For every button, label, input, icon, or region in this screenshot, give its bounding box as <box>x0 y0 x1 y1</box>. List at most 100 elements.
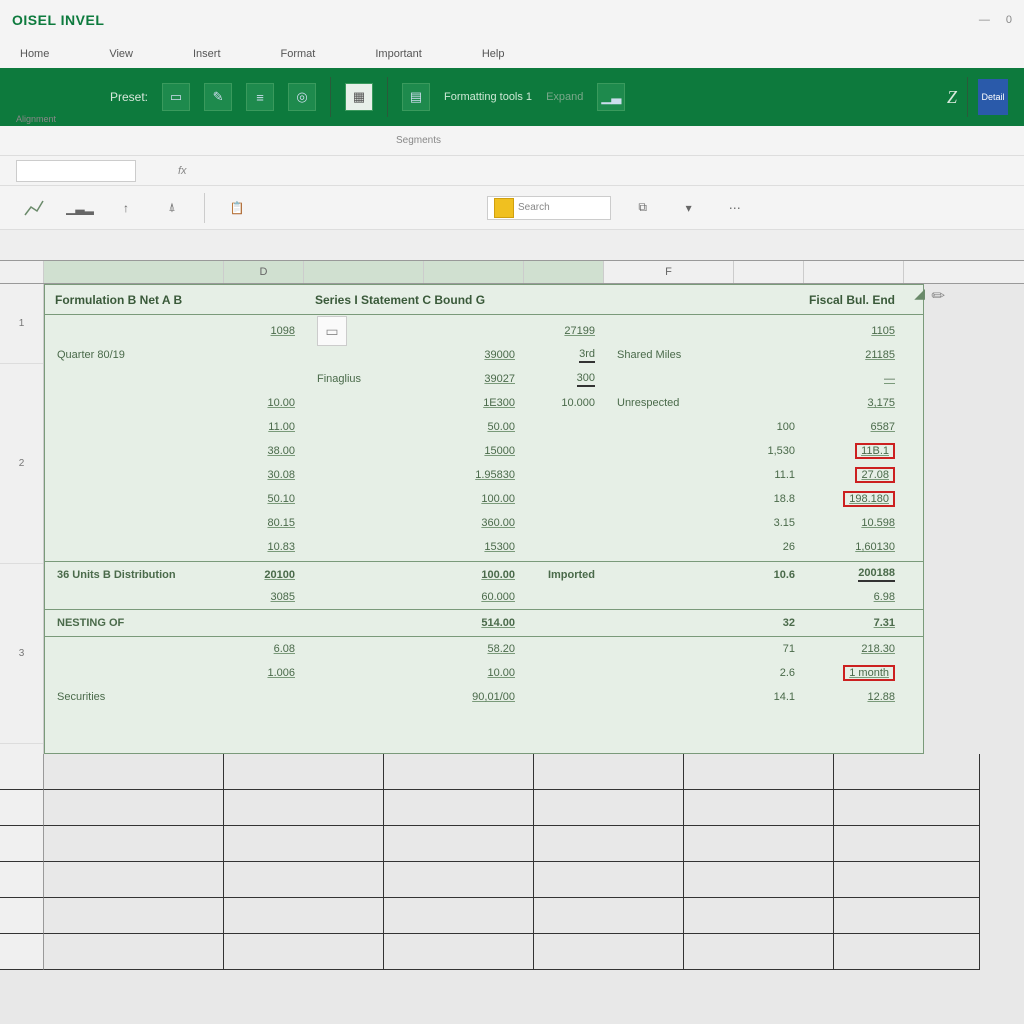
table-row[interactable] <box>0 790 980 826</box>
cell[interactable]: 50.00 <box>425 421 525 433</box>
cell[interactable]: Finaglius <box>305 373 425 385</box>
cell[interactable] <box>384 934 534 970</box>
cell[interactable]: 58.20 <box>425 643 525 655</box>
menu-tab-help[interactable]: Help <box>482 48 505 60</box>
cell[interactable]: 80.15 <box>225 517 305 529</box>
cell[interactable] <box>44 826 224 862</box>
cell[interactable] <box>534 898 684 934</box>
table-row[interactable]: 1098▭271991105 <box>45 319 923 343</box>
cell[interactable]: 3rd <box>525 348 605 363</box>
col-header-a[interactable] <box>44 261 224 283</box>
cell[interactable] <box>684 826 834 862</box>
menu-tab-view[interactable]: View <box>109 48 133 60</box>
cell[interactable]: 10.6 <box>735 569 805 581</box>
cell[interactable]: Shared Miles <box>605 349 735 361</box>
cell[interactable]: 36 Units B Distribution <box>45 569 225 581</box>
table-row[interactable]: 50.10100.0018.8198.180 <box>45 487 923 511</box>
cell[interactable]: 71 <box>735 643 805 655</box>
cell[interactable]: 3.15 <box>735 517 805 529</box>
cell[interactable]: 21185 <box>805 349 905 361</box>
cell[interactable]: 10.00 <box>425 667 525 679</box>
cell[interactable]: Imported <box>525 569 605 581</box>
cell[interactable] <box>44 790 224 826</box>
cell[interactable]: Quarter 80/19 <box>45 349 225 361</box>
table-row[interactable]: 308560.0006.98 <box>45 585 923 609</box>
arrow-up-icon[interactable]: ↑ <box>112 194 140 222</box>
cell[interactable] <box>534 826 684 862</box>
sort-icon[interactable]: Z <box>947 87 957 108</box>
cell[interactable] <box>534 754 684 790</box>
menu-tab-home[interactable]: Home <box>20 48 49 60</box>
cell[interactable] <box>684 934 834 970</box>
cell[interactable] <box>224 862 384 898</box>
cell[interactable]: 1098 <box>225 325 305 337</box>
table-row[interactable]: NESTING OF514.00327.31 <box>45 609 923 637</box>
line-chart-icon[interactable] <box>20 194 48 222</box>
cell[interactable]: NESTING OF <box>45 617 225 629</box>
col-header-b[interactable]: D <box>224 261 304 283</box>
table-row[interactable] <box>0 862 980 898</box>
cell[interactable] <box>834 826 980 862</box>
cell[interactable]: 3,175 <box>805 397 905 409</box>
name-box[interactable] <box>16 160 136 182</box>
empty-grid[interactable] <box>0 754 980 970</box>
cell[interactable] <box>384 790 534 826</box>
cell[interactable]: 1,530 <box>735 445 805 457</box>
col-header-h[interactable] <box>804 261 904 283</box>
table-row[interactable]: 6.0858.2071218.30 <box>45 637 923 661</box>
cell[interactable] <box>44 862 224 898</box>
cell[interactable]: 100.00 <box>425 493 525 505</box>
row-marker-1[interactable]: 1 <box>0 284 43 364</box>
table-row[interactable]: 36 Units B Distribution20100100.00Import… <box>45 561 923 585</box>
cell[interactable] <box>0 934 44 970</box>
chart-icon[interactable]: ▁▃ <box>597 83 625 111</box>
cell[interactable] <box>224 898 384 934</box>
cell[interactable]: 10.00 <box>225 397 305 409</box>
more-icon[interactable]: ⋯ <box>721 194 749 222</box>
cell[interactable]: Securities <box>45 691 225 703</box>
target-icon[interactable]: ◎ <box>288 83 316 111</box>
cell[interactable] <box>684 790 834 826</box>
row-marker-2[interactable]: 2 <box>0 364 43 564</box>
table-row[interactable]: 11.0050.001006587 <box>45 415 923 439</box>
clipboard-icon[interactable]: 📋 <box>223 194 251 222</box>
cell[interactable] <box>384 754 534 790</box>
sheet-icon[interactable]: ▤ <box>402 83 430 111</box>
cell[interactable] <box>224 934 384 970</box>
cell[interactable] <box>224 754 384 790</box>
cell[interactable]: 100 <box>735 421 805 433</box>
cell[interactable]: 18.8 <box>735 493 805 505</box>
col-header-e[interactable] <box>524 261 604 283</box>
fx-icon[interactable]: fx <box>178 165 187 177</box>
cell[interactable] <box>684 862 834 898</box>
col-header-c[interactable] <box>304 261 424 283</box>
cell[interactable] <box>44 934 224 970</box>
cell[interactable]: 38.00 <box>225 445 305 457</box>
col-header-g[interactable] <box>734 261 804 283</box>
table-row[interactable]: Quarter 80/19390003rdShared Miles21185 <box>45 343 923 367</box>
cell[interactable]: 11.00 <box>225 421 305 433</box>
menu-tab-format[interactable]: Format <box>281 48 316 60</box>
cell[interactable]: 27.08 <box>805 469 905 481</box>
cell[interactable] <box>0 754 44 790</box>
cell[interactable] <box>384 898 534 934</box>
cell[interactable] <box>224 790 384 826</box>
cell[interactable]: 10.598 <box>805 517 905 529</box>
cell[interactable]: 26 <box>735 541 805 553</box>
cell[interactable] <box>224 826 384 862</box>
cell[interactable]: 12.88 <box>805 691 905 703</box>
cell[interactable] <box>834 754 980 790</box>
cell[interactable] <box>384 862 534 898</box>
cell[interactable]: ▭ <box>305 316 425 346</box>
cell[interactable]: 1105 <box>805 325 905 337</box>
table-row[interactable]: 10.8315300261,60130 <box>45 535 923 559</box>
bar-chart-icon[interactable]: ▁▃▂ <box>66 194 94 222</box>
cell[interactable]: 1.95830 <box>425 469 525 481</box>
cell[interactable]: 10.83 <box>225 541 305 553</box>
inline-widget-icon[interactable]: ▭ <box>317 316 347 346</box>
cell[interactable]: 39027 <box>425 373 525 385</box>
cell[interactable]: 3085 <box>225 591 305 603</box>
cell[interactable] <box>834 898 980 934</box>
detail-button[interactable]: Detail <box>978 79 1008 115</box>
cell[interactable] <box>534 790 684 826</box>
